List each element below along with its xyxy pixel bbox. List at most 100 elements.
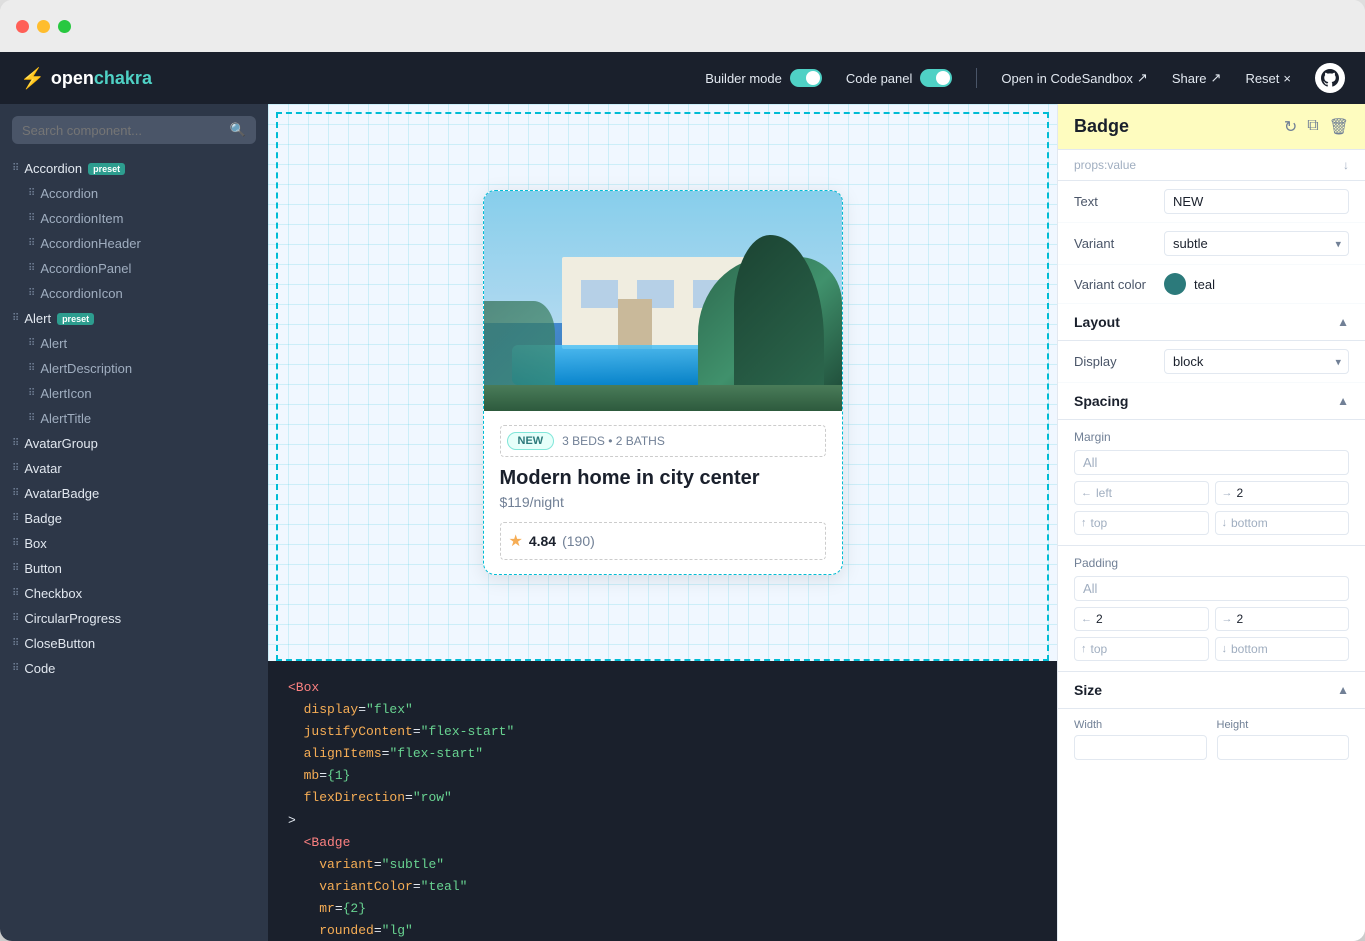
color-swatch[interactable] — [1164, 273, 1186, 295]
margin-left-label: left — [1096, 486, 1112, 500]
logo-chakra: chakra — [94, 68, 152, 88]
open-codesandbox-button[interactable]: Open in CodeSandbox ↗ — [1001, 70, 1147, 86]
spacing-section-header[interactable]: Spacing ▲ — [1058, 383, 1365, 420]
rp-props-bar[interactable]: props:value ↓ — [1058, 150, 1365, 181]
padding-bottom-icon: ↓ — [1222, 643, 1228, 655]
margin-right-cell[interactable]: → 2 — [1215, 481, 1350, 505]
width-label: Width — [1074, 719, 1207, 731]
sidebar-item-alertdescription[interactable]: ⠿ AlertDescription — [0, 356, 268, 381]
sidebar-item-label: Checkbox — [24, 586, 82, 601]
maximize-button[interactable] — [58, 20, 71, 33]
sidebar-item-accordionicon[interactable]: ⠿ AccordionIcon — [0, 281, 268, 306]
sidebar-item-button[interactable]: ⠿ Button — [0, 556, 268, 581]
sidebar-item-alerticon[interactable]: ⠿ AlertIcon — [0, 381, 268, 406]
sidebar-item-closebutton[interactable]: ⠿ CloseButton — [0, 631, 268, 656]
code-panel-switch[interactable] — [920, 69, 952, 87]
sidebar-item-checkbox[interactable]: ⠿ Checkbox — [0, 581, 268, 606]
code-panel-toggle[interactable]: Code panel — [846, 69, 953, 87]
sidebar-item-circularprogress[interactable]: ⠿ CircularProgress — [0, 606, 268, 631]
margin-top-cell[interactable]: ↑ top — [1074, 511, 1209, 535]
padding-all-input[interactable]: All — [1074, 576, 1349, 601]
sidebar-item-accordionpanel[interactable]: ⠿ AccordionPanel — [0, 256, 268, 281]
code-line-4: alignItems="flex-start" — [288, 743, 1037, 765]
refresh-icon[interactable]: ↻ — [1284, 117, 1297, 137]
variant-row: Variant subtle — [1058, 223, 1365, 265]
search-input[interactable] — [22, 123, 224, 138]
size-section-header[interactable]: Size ▲ — [1058, 672, 1365, 709]
sidebar-item-accordion-parent[interactable]: ⠿ Accordion preset — [0, 156, 268, 181]
copy-icon[interactable]: ⧉ — [1307, 117, 1318, 137]
sidebar-item-box[interactable]: ⠿ Box — [0, 531, 268, 556]
sidebar-item-avatarbadge[interactable]: ⠿ AvatarBadge — [0, 481, 268, 506]
code-line-5: mb={1} — [288, 765, 1037, 787]
sidebar-item-label: AlertTitle — [40, 411, 91, 426]
sidebar-list: ⠿ Accordion preset ⠿ Accordion ⠿ Accordi… — [0, 152, 268, 941]
sidebar-item-avatargroup[interactable]: ⠿ AvatarGroup — [0, 431, 268, 456]
display-select[interactable]: block — [1164, 349, 1349, 374]
drag-icon: ⠿ — [12, 538, 18, 549]
door — [618, 299, 652, 350]
sidebar-item-label: AvatarBadge — [24, 486, 99, 501]
size-chevron-icon: ▲ — [1337, 683, 1349, 697]
card-container[interactable]: NEW 3 BEDS • 2 BATHS Modern home in city… — [483, 190, 843, 575]
sidebar-item-badge[interactable]: ⠿ Badge — [0, 506, 268, 531]
drag-icon: ⠿ — [28, 338, 34, 349]
builder-mode-toggle[interactable]: Builder mode — [705, 69, 822, 87]
height-input[interactable] — [1217, 735, 1350, 760]
card-badge-row: NEW 3 BEDS • 2 BATHS — [500, 425, 826, 457]
size-label: Size — [1074, 682, 1102, 698]
star-icon: ★ — [509, 531, 523, 551]
close-button[interactable] — [16, 20, 29, 33]
minimize-button[interactable] — [37, 20, 50, 33]
margin-all-input[interactable]: All — [1074, 450, 1349, 475]
sidebar-item-accordion[interactable]: ⠿ Accordion — [0, 181, 268, 206]
window-controls — [16, 20, 71, 33]
rating-value: 4.84 — [529, 533, 556, 549]
delete-icon[interactable]: 🗑 — [1329, 117, 1349, 137]
padding-bottom-cell[interactable]: ↓ bottom — [1215, 637, 1350, 661]
margin-bottom-cell[interactable]: ↓ bottom — [1215, 511, 1350, 535]
reset-button[interactable]: Reset × — [1245, 71, 1291, 86]
sidebar-item-alerttitle[interactable]: ⠿ AlertTitle — [0, 406, 268, 431]
layout-section-header[interactable]: Layout ▲ — [1058, 304, 1365, 341]
padding-right-cell[interactable]: → 2 — [1215, 607, 1350, 631]
new-badge: NEW — [507, 432, 555, 450]
padding-left-value: 2 — [1096, 612, 1103, 626]
margin-top-icon: ↑ — [1081, 517, 1087, 529]
width-input[interactable] — [1074, 735, 1207, 760]
github-button[interactable] — [1315, 63, 1345, 93]
close-icon: × — [1283, 71, 1291, 86]
sidebar-item-avatar[interactable]: ⠿ Avatar — [0, 456, 268, 481]
variant-color-label: Variant color — [1074, 277, 1164, 292]
code-line-10: variantColor="teal" — [288, 876, 1037, 898]
share-button[interactable]: Share ↗ — [1172, 70, 1222, 86]
navbar: ⚡ openchakra Builder mode Code panel Ope… — [0, 52, 1365, 104]
sidebar-item-accordionheader[interactable]: ⠿ AccordionHeader — [0, 231, 268, 256]
height-cell: Height — [1217, 719, 1350, 760]
padding-left-icon: ← — [1081, 613, 1092, 625]
drag-icon: ⠿ — [28, 388, 34, 399]
margin-left-cell[interactable]: ← left — [1074, 481, 1209, 505]
code-line-12: rounded="lg" — [288, 920, 1037, 941]
canvas-area[interactable]: NEW 3 BEDS • 2 BATHS Modern home in city… — [268, 104, 1057, 661]
sidebar-item-label: Accordion — [24, 161, 82, 176]
search-input-wrapper[interactable]: 🔍 — [12, 116, 256, 144]
variant-color-control: teal — [1164, 273, 1349, 295]
variant-select[interactable]: subtle — [1164, 231, 1349, 256]
sidebar-item-code[interactable]: ⠿ Code — [0, 656, 268, 681]
builder-mode-switch[interactable] — [790, 69, 822, 87]
code-line-3: justifyContent="flex-start" — [288, 721, 1037, 743]
margin-bottom-icon: ↓ — [1222, 517, 1228, 529]
sidebar-item-alert-parent[interactable]: ⠿ Alert preset — [0, 306, 268, 331]
sidebar-item-label: AccordionIcon — [40, 286, 122, 301]
text-input[interactable] — [1164, 189, 1349, 214]
sidebar-item-label: AlertIcon — [40, 386, 91, 401]
padding-label: Padding — [1074, 556, 1349, 570]
padding-top-cell[interactable]: ↑ top — [1074, 637, 1209, 661]
sidebar-item-accordionitem[interactable]: ⠿ AccordionItem — [0, 206, 268, 231]
sidebar-item-label: Alert — [24, 311, 51, 326]
text-control — [1164, 189, 1349, 214]
padding-left-cell[interactable]: ← 2 — [1074, 607, 1209, 631]
right-panel: Badge ↻ ⧉ 🗑 props:value ↓ Text — [1057, 104, 1365, 941]
sidebar-item-alert[interactable]: ⠿ Alert — [0, 331, 268, 356]
